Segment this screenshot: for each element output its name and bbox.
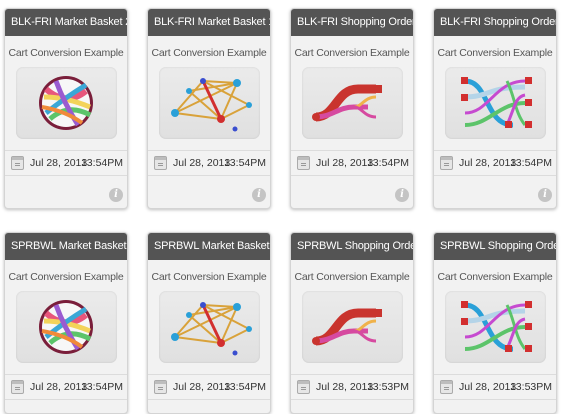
- card-title: SPRBWL Shopping Order 2: [291, 233, 413, 260]
- dashboard-card[interactable]: SPRBWL Shopping Order 2 Cart Conversion …: [290, 232, 414, 414]
- dashboard-card[interactable]: BLK-FRI Market Basket 1 Cart Conversion …: [147, 8, 271, 209]
- card-time: 13:54PM: [223, 381, 266, 393]
- card-subtitle: Cart Conversion Example: [8, 47, 124, 59]
- card-date: Jul 28, 2013: [459, 157, 517, 169]
- card-meta: Jul 28, 2013 13:54PM: [148, 374, 270, 400]
- dashboard-card[interactable]: SPRBWL Market Basket 2 Cart Conversion E…: [4, 232, 128, 414]
- card-meta: Jul 28, 2013 13:53PM: [291, 374, 413, 400]
- card-date: Jul 28, 2013: [459, 381, 517, 393]
- info-icon[interactable]: i: [395, 188, 409, 202]
- info-icon[interactable]: i: [538, 188, 552, 202]
- card-time: 13:54PM: [509, 157, 552, 169]
- card-date: Jul 28, 2013: [316, 381, 374, 393]
- card-date: Jul 28, 2013: [173, 157, 231, 169]
- chord-diagram-thumbnail[interactable]: [16, 291, 117, 363]
- network-graph-thumbnail[interactable]: [159, 67, 260, 139]
- calendar-icon: [154, 380, 167, 394]
- calendar-icon: [297, 380, 310, 394]
- card-title: SPRBWL Market Basket 2: [5, 233, 127, 260]
- card-subtitle: Cart Conversion Example: [151, 47, 267, 59]
- card-time: 13:54PM: [223, 157, 266, 169]
- card-time: 13:54PM: [80, 157, 123, 169]
- card-subtitle: Cart Conversion Example: [437, 47, 553, 59]
- flow-tree-thumbnail[interactable]: [302, 291, 403, 363]
- card-subtitle: Cart Conversion Example: [294, 271, 410, 283]
- calendar-icon: [154, 156, 167, 170]
- card-subtitle: Cart Conversion Example: [437, 271, 553, 283]
- calendar-icon: [11, 156, 24, 170]
- card-date: Jul 28, 2013: [30, 157, 88, 169]
- card-meta: Jul 28, 2013 13:54PM: [148, 150, 270, 176]
- card-title: SPRBWL Market Basket 1: [148, 233, 270, 260]
- calendar-icon: [440, 156, 453, 170]
- card-title: BLK-FRI Market Basket 2: [5, 9, 127, 36]
- card-meta: Jul 28, 2013 13:54PM: [434, 150, 556, 176]
- calendar-icon: [11, 380, 24, 394]
- info-icon[interactable]: i: [109, 188, 123, 202]
- card-title: BLK-FRI Shopping Order 2: [291, 9, 413, 36]
- card-date: Jul 28, 2013: [173, 381, 231, 393]
- chord-diagram-thumbnail[interactable]: [16, 67, 117, 139]
- card-subtitle: Cart Conversion Example: [294, 47, 410, 59]
- card-meta: Jul 28, 2013 13:54PM: [5, 150, 127, 176]
- flow-tree-thumbnail[interactable]: [302, 67, 403, 139]
- card-meta: Jul 28, 2013 13:53PM: [434, 374, 556, 400]
- info-icon[interactable]: i: [252, 188, 266, 202]
- dashboard-card[interactable]: SPRBWL Market Basket 1 Cart Conversion E…: [147, 232, 271, 414]
- card-time: 13:54PM: [80, 381, 123, 393]
- card-meta: Jul 28, 2013 13:54PM: [5, 374, 127, 400]
- card-title: BLK-FRI Shopping Order 1: [434, 9, 556, 36]
- network-graph-thumbnail[interactable]: [159, 291, 260, 363]
- sankey-diagram-thumbnail[interactable]: [445, 291, 546, 363]
- sankey-diagram-thumbnail[interactable]: [445, 67, 546, 139]
- calendar-icon: [297, 156, 310, 170]
- card-time: 13:53PM: [366, 381, 409, 393]
- card-time: 13:54PM: [366, 157, 409, 169]
- card-date: Jul 28, 2013: [316, 157, 374, 169]
- card-title: BLK-FRI Market Basket 1: [148, 9, 270, 36]
- calendar-icon: [440, 380, 453, 394]
- card-title: SPRBWL Shopping Order 1: [434, 233, 556, 260]
- card-subtitle: Cart Conversion Example: [8, 271, 124, 283]
- card-meta: Jul 28, 2013 13:54PM: [291, 150, 413, 176]
- card-subtitle: Cart Conversion Example: [151, 271, 267, 283]
- card-date: Jul 28, 2013: [30, 381, 88, 393]
- dashboard-card[interactable]: BLK-FRI Shopping Order 1 Cart Conversion…: [433, 8, 557, 209]
- dashboard-card[interactable]: BLK-FRI Shopping Order 2 Cart Conversion…: [290, 8, 414, 209]
- card-time: 13:53PM: [509, 381, 552, 393]
- dashboard-card[interactable]: BLK-FRI Market Basket 2 Cart Conversion …: [4, 8, 128, 209]
- dashboard-card[interactable]: SPRBWL Shopping Order 1 Cart Conversion …: [433, 232, 557, 414]
